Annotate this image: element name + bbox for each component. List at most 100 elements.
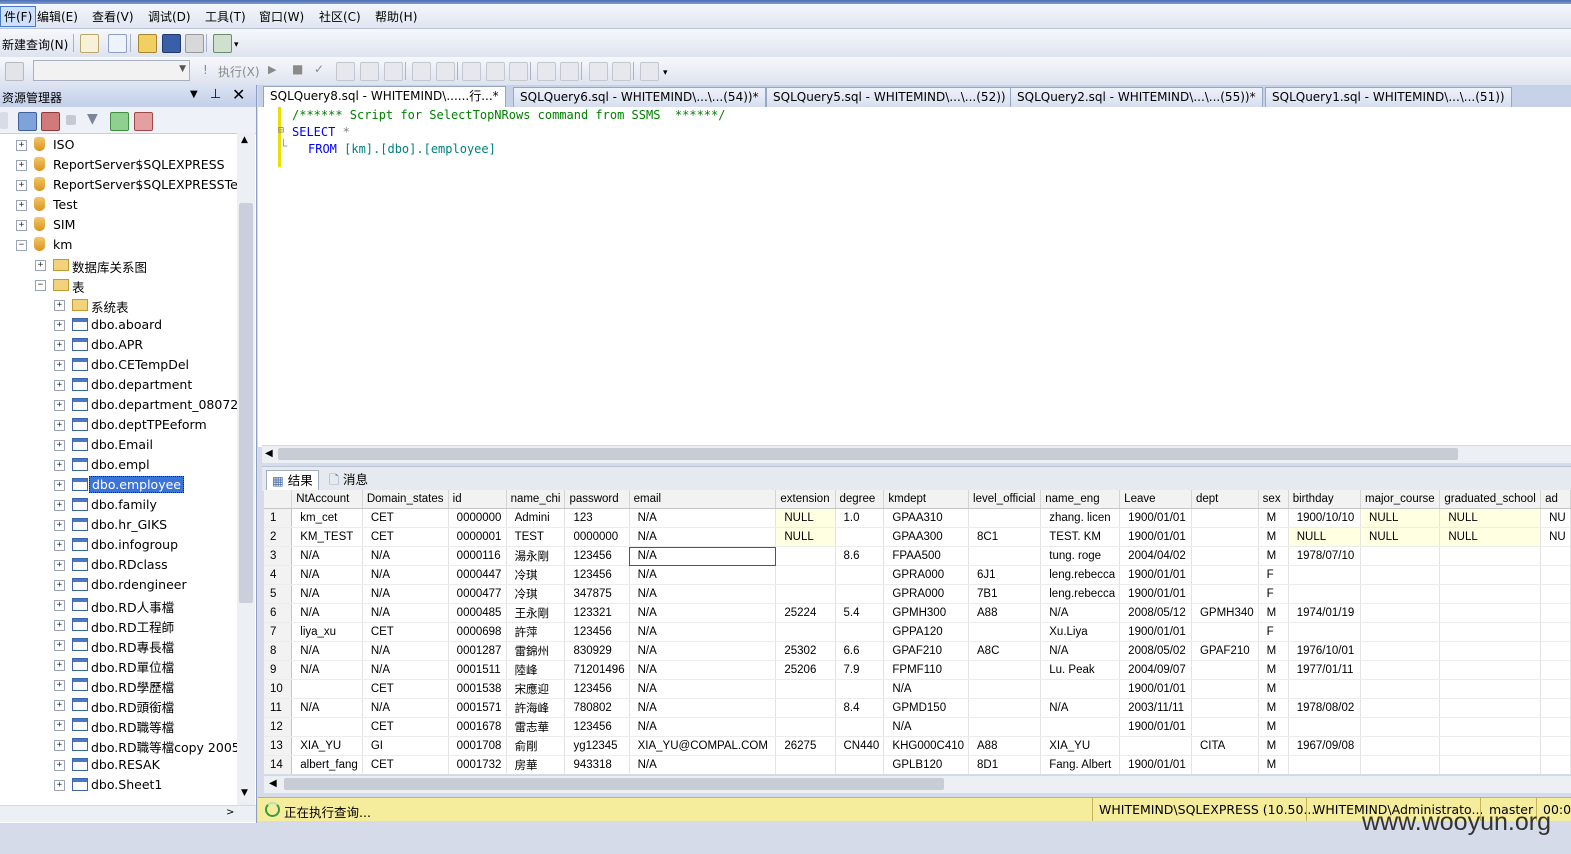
table-cell[interactable]: GPMH340 <box>1191 603 1259 623</box>
column-header[interactable]: password <box>564 490 630 509</box>
row-number[interactable]: 4 <box>264 565 293 585</box>
filter-icon[interactable]: ▼ <box>87 111 98 127</box>
table-cell[interactable] <box>1040 717 1121 737</box>
table-cell[interactable]: 1.0 <box>835 508 885 528</box>
menu-help[interactable]: 帮助(H) <box>375 8 417 25</box>
table-cell[interactable]: M <box>1258 641 1289 661</box>
table-cell[interactable]: 123456 <box>564 717 630 737</box>
include-plan-icon[interactable] <box>412 62 431 81</box>
expand-icon[interactable]: + <box>54 640 65 651</box>
table-cell[interactable]: N/A <box>362 565 449 585</box>
expand-icon[interactable]: + <box>54 420 65 431</box>
row-number[interactable]: 11 <box>264 698 293 718</box>
table-cell[interactable]: 1900/10/10 <box>1288 508 1362 528</box>
table-cell[interactable]: 347875 <box>564 584 630 604</box>
expand-icon[interactable]: + <box>54 740 65 751</box>
tab-sqlquery5[interactable]: SQLQuery5.sql - WHITEMIND\...\...(52)) <box>766 87 1013 107</box>
table-cell[interactable] <box>1439 679 1542 699</box>
row-number[interactable]: 7 <box>264 622 293 642</box>
expand-icon[interactable]: + <box>54 360 65 371</box>
table-cell[interactable] <box>1288 679 1362 699</box>
table-cell[interactable]: 1900/01/01 <box>1119 755 1192 774</box>
table-cell[interactable]: M <box>1258 736 1289 756</box>
table-cell[interactable]: GPMH300 <box>883 603 970 623</box>
tab-sqlquery1[interactable]: SQLQuery1.sql - WHITEMIND\...\...(51)) <box>1265 87 1512 107</box>
table-cell[interactable]: N/A <box>629 603 777 623</box>
table-cell[interactable] <box>1191 698 1259 718</box>
stop-icon[interactable]: ■ <box>292 62 303 76</box>
table-cell[interactable] <box>1540 584 1571 604</box>
table-cell[interactable] <box>1191 622 1259 642</box>
client-stats-icon[interactable] <box>436 62 455 81</box>
table-cell[interactable]: N/A <box>362 603 449 623</box>
table-cell[interactable]: N/A <box>291 660 363 680</box>
table-cell[interactable]: 0000447 <box>448 565 507 585</box>
expand-icon[interactable]: + <box>54 380 65 391</box>
table-row[interactable]: 6 N/A N/A 0000485 王永剛 123321 N/A 25224 5.4 GPMH30… <box>264 603 1571 623</box>
table-cell[interactable] <box>968 717 1042 737</box>
table-cell[interactable]: 7.9 <box>835 660 885 680</box>
table-cell[interactable]: N/A <box>629 679 777 699</box>
expand-icon[interactable]: + <box>54 680 65 691</box>
table-cell[interactable] <box>1191 565 1259 585</box>
menu-edit[interactable]: 编辑(E) <box>37 8 78 25</box>
table-cell[interactable]: XIA_YU <box>291 736 363 756</box>
row-number[interactable]: 14 <box>264 755 293 774</box>
table-cell[interactable] <box>775 622 836 642</box>
table-cell[interactable]: XIA_YU <box>1040 736 1121 756</box>
table-cell[interactable] <box>1288 622 1362 642</box>
results-to-grid-icon[interactable] <box>486 62 505 81</box>
menu-community[interactable]: 社区(C) <box>319 8 361 25</box>
table-cell[interactable]: 0001511 <box>448 660 507 680</box>
table-cell[interactable]: 房華 <box>506 755 566 774</box>
table-cell[interactable]: 宋應迎 <box>506 679 566 699</box>
table-cell[interactable]: GI <box>362 736 449 756</box>
table-cell[interactable] <box>835 527 885 547</box>
table-cell[interactable]: N/A <box>629 622 777 642</box>
table-cell[interactable] <box>968 698 1042 718</box>
intellisense-icon[interactable] <box>384 62 403 81</box>
table-cell[interactable]: KM_TEST <box>291 527 363 547</box>
activity-monitor-icon[interactable] <box>213 34 232 53</box>
table-cell[interactable]: TEST. KM <box>1040 527 1121 547</box>
table-cell[interactable] <box>1360 660 1441 680</box>
expand-icon[interactable]: + <box>54 480 65 491</box>
table-row[interactable]: 1 km_cet CET 0000000 Admini 123 N/A NULL 1.0 GPAA… <box>264 508 1571 528</box>
table-cell[interactable] <box>1439 698 1542 718</box>
expand-icon[interactable]: + <box>54 540 65 551</box>
table-cell[interactable] <box>775 698 836 718</box>
table-row[interactable]: 2 KM_TEST CET 0000001 TEST 0000000 N/A NULL GPAA… <box>264 527 1571 547</box>
table-cell[interactable] <box>1540 736 1571 756</box>
table-cell[interactable]: 5.4 <box>835 603 885 623</box>
table-cell[interactable]: GPRA000 <box>883 584 970 604</box>
table-cell[interactable] <box>835 584 885 604</box>
scroll-left-icon[interactable]: ◀ <box>269 778 277 789</box>
table-cell[interactable]: 25302 <box>775 641 836 661</box>
table-cell[interactable]: Admini <box>506 508 566 528</box>
table-cell[interactable]: M <box>1258 508 1289 528</box>
column-header[interactable]: ad <box>1540 490 1571 509</box>
table-cell[interactable] <box>1360 546 1441 566</box>
results-to-file-icon[interactable] <box>509 62 528 81</box>
table-cell[interactable]: 1978/08/02 <box>1288 698 1362 718</box>
table-cell[interactable]: FPAA500 <box>883 546 970 566</box>
table-cell[interactable]: N/A <box>362 641 449 661</box>
row-number[interactable]: 9 <box>264 660 293 680</box>
column-header[interactable]: sex <box>1258 490 1289 509</box>
table-cell[interactable]: 1900/01/01 <box>1119 508 1192 528</box>
table-cell[interactable]: N/A <box>629 584 777 604</box>
table-cell[interactable]: N/A <box>629 527 777 547</box>
expand-icon[interactable]: + <box>54 580 65 591</box>
table-cell[interactable]: N/A <box>629 717 777 737</box>
table-cell[interactable] <box>775 755 836 774</box>
execute-button[interactable]: 执行(X) <box>218 63 260 80</box>
table-cell[interactable]: 8.4 <box>835 698 885 718</box>
table-cell[interactable]: 0000116 <box>448 546 507 566</box>
new-document-icon[interactable] <box>80 34 99 53</box>
table-cell[interactable]: 0000477 <box>448 584 507 604</box>
table-cell[interactable] <box>1540 622 1571 642</box>
table-cell[interactable]: N/A <box>1040 603 1121 623</box>
table-cell[interactable]: GPAF210 <box>883 641 970 661</box>
table-cell[interactable] <box>1040 679 1121 699</box>
column-header[interactable]: NtAccount <box>291 490 363 509</box>
